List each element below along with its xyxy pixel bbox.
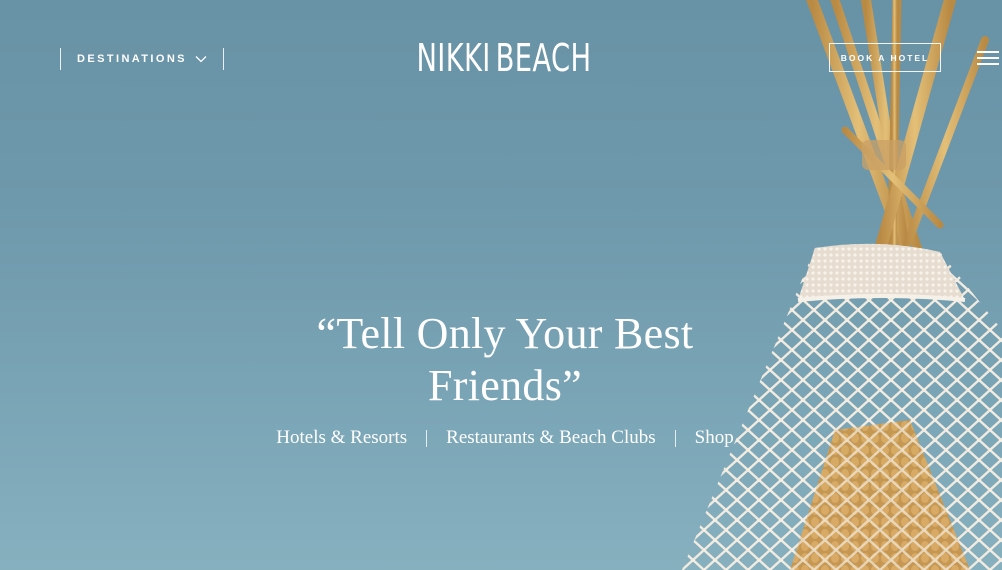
logo-text-right: BEACH	[495, 36, 592, 80]
destinations-dropdown[interactable]: DESTINATIONS	[60, 48, 224, 70]
hero-headline: “Tell Only Your Best Friends”	[270, 308, 740, 412]
link-divider	[674, 429, 676, 447]
shop-link[interactable]: Shop	[695, 427, 734, 449]
headline-line-1: “Tell Only Your Best	[316, 309, 694, 358]
logo-text-left: NIKKI	[416, 36, 491, 80]
restaurants-beach-clubs-link[interactable]: Restaurants & Beach Clubs	[446, 427, 656, 449]
hotels-resorts-link[interactable]: Hotels & Resorts	[276, 427, 407, 449]
chevron-down-icon	[195, 56, 207, 63]
headline-line-2: Friends”	[428, 361, 582, 410]
hamburger-menu-icon[interactable]	[977, 51, 999, 65]
nikki-beach-logo[interactable]: NIKKI BEACH	[408, 30, 604, 86]
hero-section: DESTINATIONS NIKKI BEACH BOOK A HOTEL “T…	[0, 0, 1002, 570]
book-a-hotel-button[interactable]: BOOK A HOTEL	[829, 43, 941, 72]
link-divider	[426, 429, 428, 447]
hero-links: Hotels & Resorts Restaurants & Beach Clu…	[250, 424, 760, 452]
destinations-label: DESTINATIONS	[77, 53, 187, 65]
